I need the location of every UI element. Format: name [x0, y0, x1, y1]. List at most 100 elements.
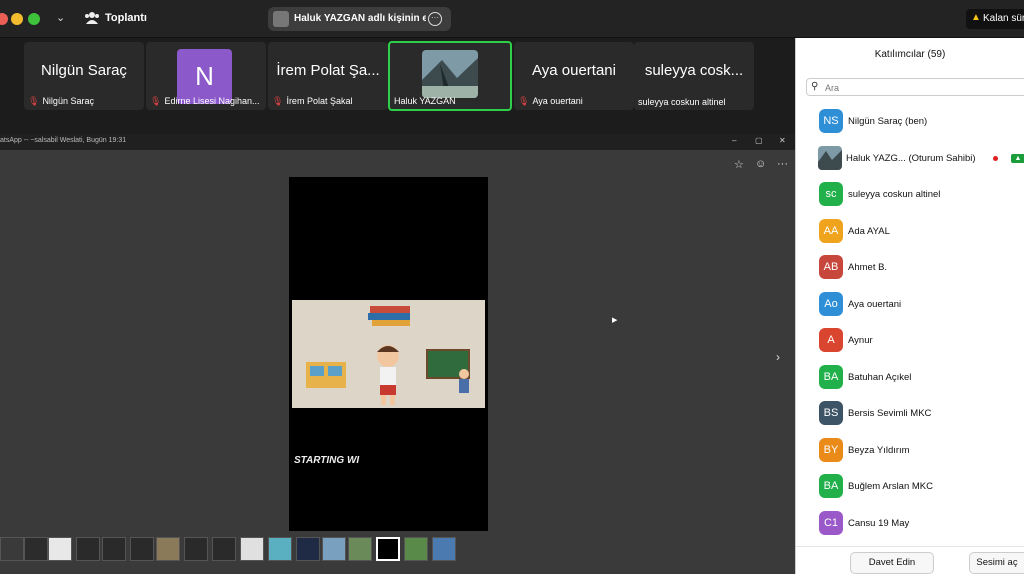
- media-thumbnail: [296, 537, 320, 561]
- invite-button[interactable]: Davet Edin: [850, 552, 934, 574]
- avatar: [818, 145, 842, 170]
- close-icon: ✕: [779, 136, 786, 145]
- chevron-down-icon[interactable]: ⌄: [56, 11, 65, 24]
- tile-footer: Haluk YAZGAN: [394, 96, 508, 106]
- meeting-label[interactable]: Toplantı: [105, 12, 147, 24]
- media-thumbnail: [348, 537, 372, 561]
- participant-photo: [818, 145, 842, 170]
- avatar: BA: [819, 474, 843, 498]
- restore-icon: ▢: [755, 136, 763, 145]
- search-input[interactable]: [825, 81, 1015, 94]
- participant-row[interactable]: Ao Aya ouertani: [796, 291, 1024, 319]
- participant-search: ⚲: [806, 78, 1024, 96]
- avatar: BS: [819, 401, 843, 425]
- screen-share-banner[interactable]: Haluk YAZGAN adlı kişinin ekranı ···: [268, 7, 451, 31]
- shared-window-title: atsApp -- ~salsabil Weslati, Bugün 19:31: [0, 137, 127, 144]
- avatar: NS: [819, 109, 843, 133]
- mic-muted-icon: 🎙︎: [518, 96, 530, 106]
- tile-footer: 🎙︎ Aya ouertani: [518, 96, 632, 107]
- time-remaining-badge[interactable]: ▲ Kalan süre: [966, 9, 1024, 29]
- mic-muted-icon: 🎙︎: [272, 96, 284, 106]
- avatar: AA: [819, 218, 843, 243]
- participant-row[interactable]: AB Ahmet B.: [796, 254, 1024, 282]
- maximize-window-button[interactable]: [28, 13, 40, 25]
- shared-screen[interactable]: atsApp -- ~salsabil Weslati, Bugün 19:31…: [0, 134, 795, 574]
- shared-window-titlebar: atsApp -- ~salsabil Weslati, Bugün 19:31…: [0, 134, 795, 150]
- tile-footer: 🎙︎ Edirne Lisesi Nagihan...: [150, 96, 264, 107]
- mic-muted-icon: 🎙︎: [150, 96, 162, 106]
- minimize-window-button[interactable]: [11, 13, 23, 25]
- participant-name: Batuhan Açıkel: [848, 371, 912, 383]
- participant-row[interactable]: sc suleyya coskun altinel: [796, 181, 1024, 209]
- participant-row[interactable]: BY Beyza Yıldırım: [796, 437, 1024, 465]
- participant-name: Aynur: [848, 335, 873, 346]
- video-player: STARTING WI: [289, 177, 488, 531]
- avatar: BA: [819, 364, 843, 389]
- search-icon: ⚲: [811, 81, 819, 92]
- share-screen-icon: ▲: [1011, 153, 1024, 163]
- chevron-right-icon: ›: [776, 350, 780, 364]
- mouse-cursor-icon: ▶: [612, 317, 618, 324]
- participants-group-icon: [85, 12, 99, 24]
- media-thumbnail: [48, 537, 72, 561]
- tile-footer: suleyya coskun altinel: [638, 97, 752, 107]
- tile-footer-name: Aya ouertani: [532, 96, 583, 106]
- media-thumbnail-strip: [0, 537, 795, 561]
- video-tile[interactable]: suleyya cosk... suleyya coskun altinel: [634, 42, 754, 110]
- participants-panel: Katılımcılar (59) ⚲ NS Nilgün Saraç (ben…: [795, 38, 1024, 574]
- media-thumbnail: [212, 537, 236, 561]
- tile-footer-name: suleyya coskun altinel: [638, 97, 726, 107]
- participant-name: Haluk YAZG... (Oturum Sahibi): [846, 152, 976, 164]
- video-frame-illustration: [292, 300, 485, 408]
- video-tile[interactable]: Aya ouertani 🎙︎ Aya ouertani: [514, 42, 634, 110]
- video-tile[interactable]: N 🎙︎ Edirne Lisesi Nagihan...: [146, 42, 266, 110]
- media-thumbnail: [130, 537, 154, 561]
- media-thumbnail: [268, 537, 292, 561]
- presenter-avatar: [273, 11, 289, 27]
- media-thumbnail: [76, 537, 100, 561]
- participant-row[interactable]: A Aynur: [796, 327, 1024, 355]
- close-window-button[interactable]: [0, 13, 8, 25]
- media-thumbnail: [0, 537, 24, 561]
- participant-row[interactable]: C1 Cansu 19 May: [796, 510, 1024, 538]
- participant-row[interactable]: BA Buğlem Arslan MKC: [796, 473, 1024, 501]
- participant-name: Cansu 19 May: [848, 517, 910, 529]
- participant-name: Bersis Sevimli MKC: [848, 408, 932, 419]
- photo-image: [422, 50, 478, 98]
- tile-footer-name: Haluk YAZGAN: [394, 96, 456, 106]
- participants-title: Katılımcılar (59): [874, 49, 946, 60]
- participant-name: Ahmet B.: [848, 262, 888, 273]
- participant-name: Nilgün Saraç (ben): [848, 116, 928, 127]
- more-options-icon[interactable]: ···: [428, 12, 442, 26]
- participant-row[interactable]: AA Ada AYAL: [796, 218, 1024, 246]
- video-tile-active-speaker[interactable]: Haluk YAZGAN: [388, 41, 512, 111]
- video-caption: STARTING WI: [294, 455, 360, 466]
- media-thumbnail: [240, 537, 264, 561]
- participant-name: suleyya coskun altinel: [848, 189, 941, 200]
- participant-photo: [422, 50, 478, 98]
- star-icon: ☆: [734, 159, 744, 171]
- media-thumbnail: [432, 537, 456, 561]
- zoom-window: ⌄ Toplantı Haluk YAZGAN adlı kişinin ekr…: [0, 0, 1024, 574]
- mic-muted-icon: 🎙︎: [28, 96, 40, 106]
- participant-row[interactable]: BS Bersis Sevimli MKC: [796, 400, 1024, 428]
- cartoon-school-illustration: [292, 300, 485, 408]
- time-remaining-text: Kalan süre: [983, 13, 1024, 24]
- media-thumbnail-selected: [376, 537, 400, 561]
- media-thumbnail: [184, 537, 208, 561]
- share-banner-text: Haluk YAZGAN adlı kişinin ekranı: [294, 13, 426, 24]
- unmute-button[interactable]: Sesimi aç: [969, 552, 1024, 574]
- more-options-icon: ···: [777, 158, 788, 170]
- participant-name: Buğlem Arslan MKC: [848, 481, 934, 492]
- participants-footer: Davet Edin Sesimi aç: [796, 546, 1024, 574]
- video-tile[interactable]: İrem Polat Şa... 🎙︎ İrem Polat Şakal: [268, 42, 388, 110]
- participant-row[interactable]: Haluk YAZG... (Oturum Sahibi) ▲: [796, 145, 1024, 173]
- video-tile[interactable]: Nilgün Saraç 🎙︎ Nilgün Saraç: [24, 42, 144, 110]
- participant-row[interactable]: NS Nilgün Saraç (ben): [796, 108, 1024, 136]
- tile-display-name: Aya ouertani: [532, 62, 616, 79]
- participant-row[interactable]: BA Batuhan Açıkel: [796, 364, 1024, 392]
- avatar: sc: [819, 182, 843, 206]
- media-thumbnail: [322, 537, 346, 561]
- avatar: C1: [819, 510, 843, 535]
- tile-footer: 🎙︎ Nilgün Saraç: [28, 96, 142, 107]
